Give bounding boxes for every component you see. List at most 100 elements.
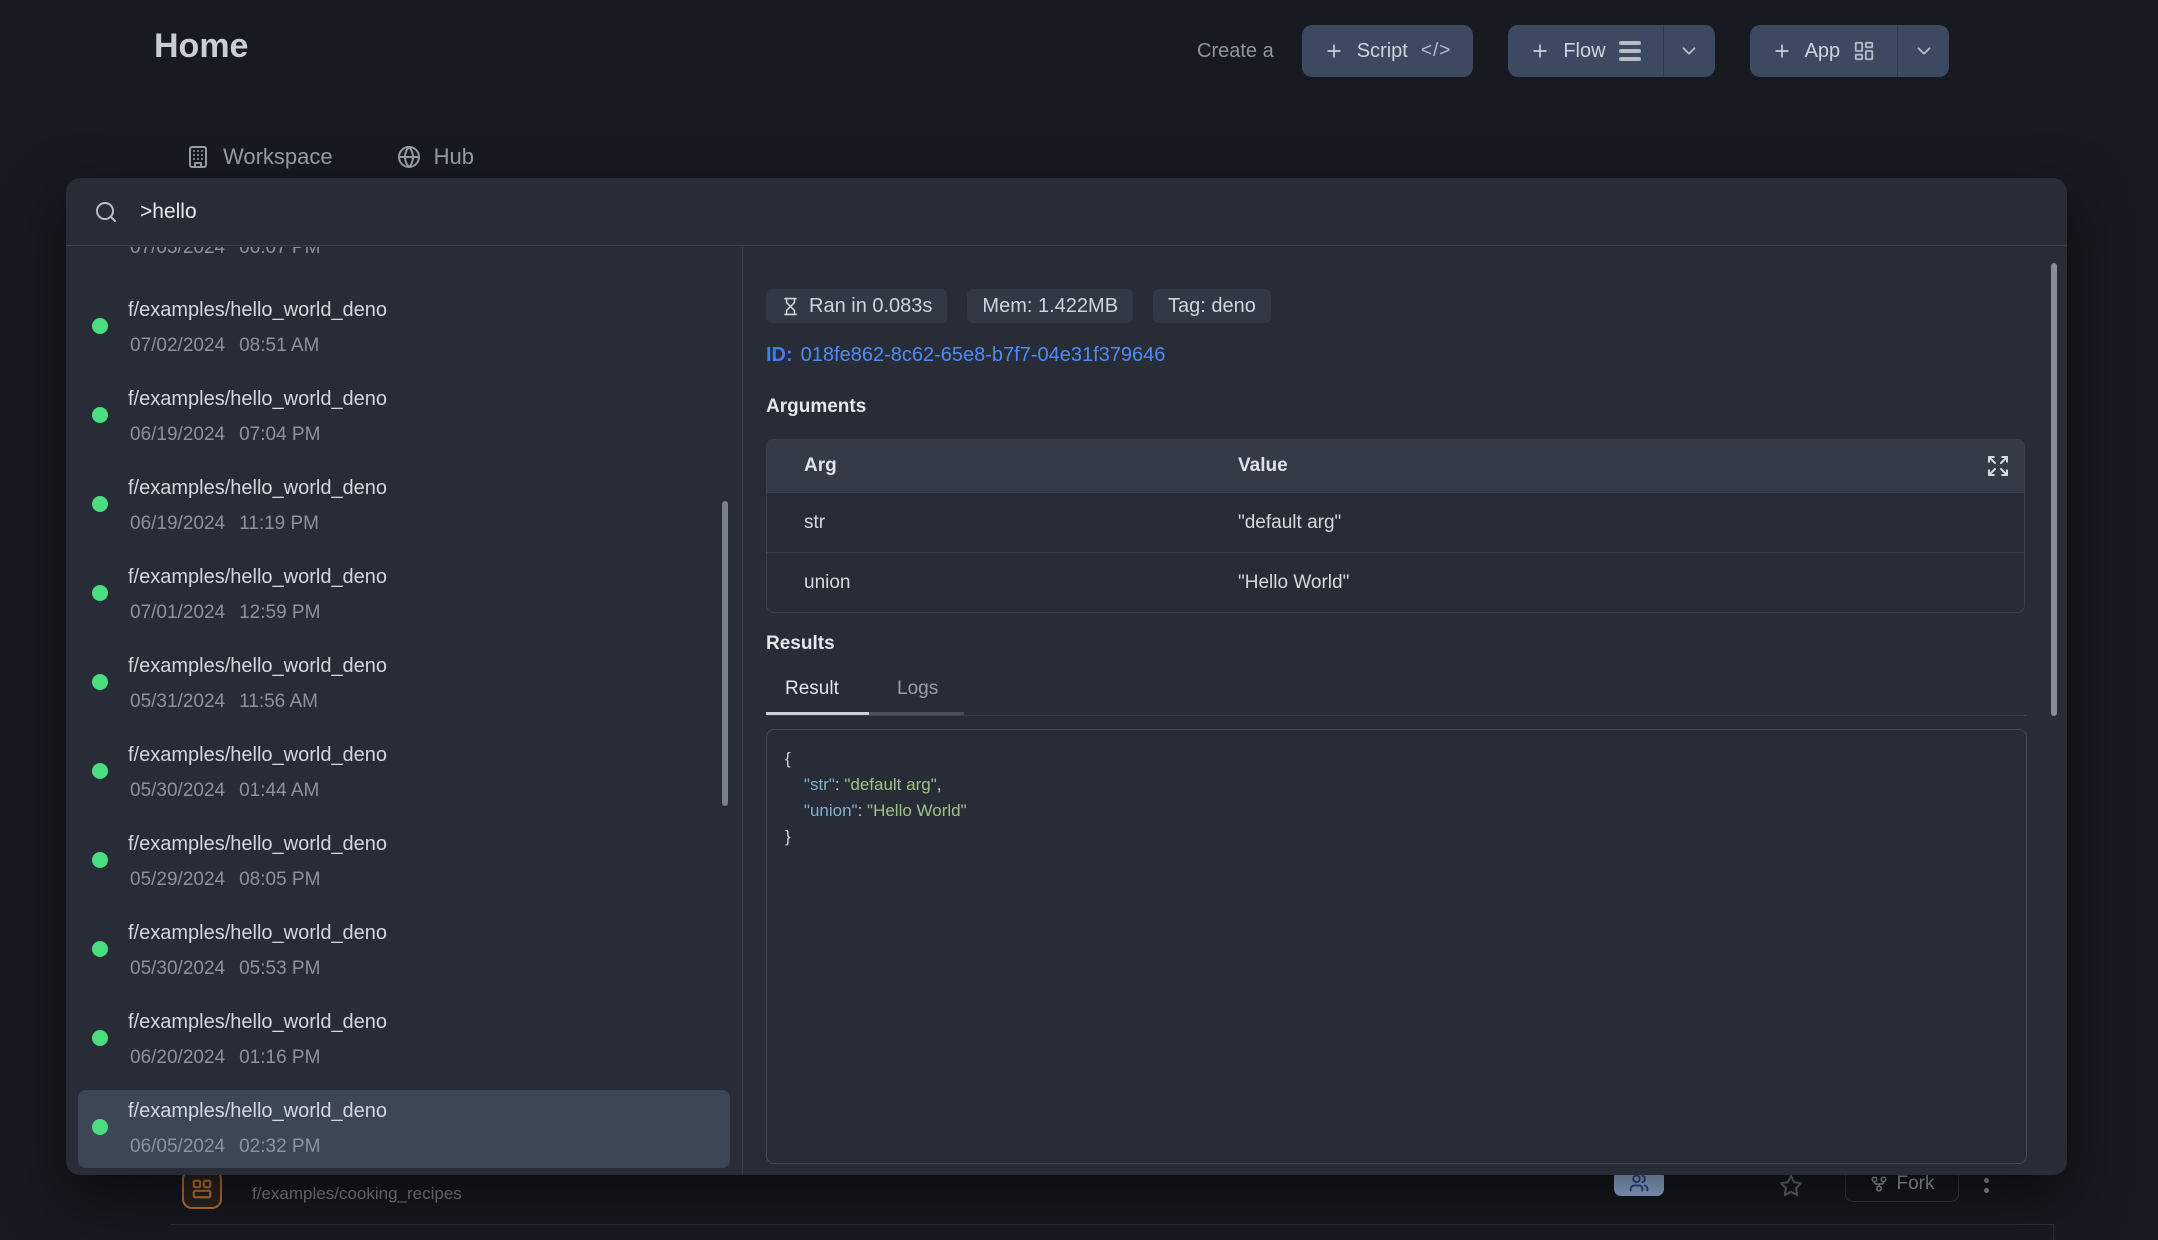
- success-status-dot: [92, 763, 108, 779]
- arguments-heading: Arguments: [766, 396, 866, 418]
- arguments-table-body: str"default arg"union"Hello World": [767, 492, 2024, 612]
- run-list-item[interactable]: f/examples/hello_world_deno07/03/202406:…: [78, 247, 730, 269]
- run-id-row[interactable]: ID: 018fe862-8c62-65e8-b7f7-04e31f379646: [766, 344, 1165, 367]
- create-buttons-row: Create a Script </> Flow App: [1197, 25, 1949, 77]
- value-cell: "Hello World": [1238, 572, 2024, 594]
- success-status-dot: [92, 674, 108, 690]
- tab-result[interactable]: Result: [785, 678, 839, 700]
- run-list-item[interactable]: f/examples/hello_world_deno 06/20/202401:…: [78, 1001, 730, 1079]
- run-item-path: f/examples/hello_world_deno: [128, 833, 387, 856]
- app-dropdown-chevron[interactable]: [1897, 25, 1949, 77]
- create-flow-label: Flow: [1563, 40, 1605, 63]
- success-status-dot: [92, 318, 108, 334]
- run-list-scrollbar[interactable]: [722, 501, 728, 806]
- plus-icon: [1530, 41, 1550, 61]
- run-item-path: f/examples/hello_world_deno: [128, 744, 387, 767]
- run-list-item[interactable]: f/examples/hello_world_deno 05/30/202401:…: [78, 734, 730, 812]
- git-fork-icon: [1870, 1175, 1888, 1193]
- building-icon: [186, 145, 210, 169]
- run-list-item[interactable]: f/examples/hello_world_deno 05/30/202405:…: [78, 912, 730, 990]
- run-list-item[interactable]: f/examples/hello_world_deno07/02/202408:…: [78, 289, 730, 367]
- duration-badge: Ran in 0.083s: [766, 289, 947, 323]
- run-detail-panel: Ran in 0.083s Mem: 1.422MB Tag: deno ID:…: [744, 247, 2067, 1175]
- run-list-item[interactable]: f/examples/hello_world_deno 07/01/202412:…: [78, 556, 730, 634]
- run-item-path: f/examples/hello_world_deno: [128, 566, 387, 589]
- chevron-down-icon: [1678, 40, 1700, 62]
- arg-cell: union: [767, 572, 1238, 594]
- chevron-down-icon: [1913, 40, 1935, 62]
- tab-workspace[interactable]: Workspace: [186, 144, 333, 170]
- run-item-path: f/examples/hello_world_deno: [128, 1011, 387, 1034]
- run-list: f/examples/hello_world_deno07/03/202406:…: [66, 247, 743, 1175]
- success-status-dot: [92, 407, 108, 423]
- success-status-dot: [92, 852, 108, 868]
- value-column-header: Value: [1238, 455, 2024, 477]
- run-item-datetime: 06/19/202411:19 PM: [130, 513, 319, 535]
- run-item-datetime: 07/01/202412:59 PM: [130, 602, 320, 624]
- run-list-item[interactable]: f/examples/hello_world_deno 06/19/202407:…: [78, 378, 730, 456]
- success-status-dot: [92, 585, 108, 601]
- create-a-label: Create a: [1197, 40, 1274, 63]
- create-app-group: App: [1750, 25, 1950, 77]
- fork-button-label: Fork: [1897, 1173, 1935, 1195]
- run-item-path: f/examples/hello_world_deno: [128, 388, 387, 411]
- page-title: Home: [154, 27, 248, 66]
- run-id-label: ID:: [766, 344, 793, 366]
- value-cell: "default arg": [1238, 512, 2024, 534]
- results-heading: Results: [766, 633, 835, 655]
- search-bar: [66, 178, 2067, 246]
- layout-grid-icon: [191, 1178, 213, 1200]
- workspace-hub-tabs: Workspace Hub: [186, 144, 474, 170]
- arguments-table-row: union"Hello World": [767, 552, 2024, 612]
- run-item-path: f/examples/hello_world_deno: [128, 922, 387, 945]
- run-item-datetime: 06/19/202407:04 PM: [130, 424, 320, 446]
- dashboard-grid-icon: [1853, 40, 1875, 62]
- run-item-datetime: 05/30/202401:44 AM: [130, 780, 319, 802]
- run-item-datetime: 05/29/202408:05 PM: [130, 869, 320, 891]
- run-list-item[interactable]: f/examples/hello_world_deno06/19/202411:…: [78, 467, 730, 545]
- create-flow-group: Flow: [1508, 25, 1714, 77]
- arg-cell: str: [767, 512, 1238, 534]
- hourglass-icon: [781, 297, 800, 316]
- search-modal: f/examples/hello_world_deno07/03/202406:…: [66, 178, 2067, 1175]
- tag-badge-label: Tag: deno: [1168, 295, 1256, 318]
- arguments-table-header: Arg Value: [767, 440, 2024, 492]
- expand-table-button[interactable]: [1986, 454, 2010, 478]
- create-app-label: App: [1805, 40, 1841, 63]
- run-item-datetime: 05/31/202411:56 AM: [130, 691, 318, 713]
- arguments-table-row: str"default arg": [767, 492, 2024, 552]
- create-app-button[interactable]: App: [1750, 25, 1898, 77]
- modal-scrollbar[interactable]: [2051, 263, 2057, 716]
- success-status-dot: [92, 1119, 108, 1135]
- success-status-dot: [92, 496, 108, 512]
- tab-hub-label: Hub: [434, 144, 474, 170]
- favorite-star-icon[interactable]: [1779, 1174, 1803, 1198]
- search-input[interactable]: [140, 178, 2067, 245]
- result-json-viewer: { "str": "default arg", "union": "Hello …: [766, 729, 2027, 1164]
- duration-badge-label: Ran in 0.083s: [809, 295, 932, 318]
- run-item-path: f/examples/hello_world_deno: [128, 299, 387, 322]
- create-flow-button[interactable]: Flow: [1508, 25, 1662, 77]
- arg-column-header: Arg: [767, 455, 1238, 477]
- run-list-item[interactable]: f/examples/hello_world_deno 05/29/202408:…: [78, 823, 730, 901]
- run-list-item[interactable]: f/examples/hello_world_deno06/05/202402:…: [78, 1090, 730, 1168]
- run-item-datetime: 06/20/202401:16 PM: [130, 1047, 320, 1069]
- tab-hub[interactable]: Hub: [397, 144, 474, 170]
- table-edge-line: [2053, 1224, 2054, 1240]
- flow-dropdown-chevron[interactable]: [1663, 25, 1715, 77]
- tag-badge: Tag: deno: [1153, 289, 1271, 323]
- app-root: Home Workspace Hub Create a Script </> F…: [0, 0, 2158, 1240]
- tab-workspace-label: Workspace: [223, 144, 333, 170]
- memory-badge: Mem: 1.422MB: [967, 289, 1133, 323]
- app-icon-cooking-recipes[interactable]: [182, 1169, 222, 1209]
- plus-icon: [1324, 41, 1344, 61]
- run-item-datetime: 05/30/202405:53 PM: [130, 958, 320, 980]
- run-id-value: 018fe862-8c62-65e8-b7f7-04e31f379646: [801, 344, 1166, 366]
- create-script-button[interactable]: Script </>: [1302, 25, 1474, 77]
- run-list-item[interactable]: f/examples/hello_world_deno05/31/202411:…: [78, 645, 730, 723]
- tab-logs[interactable]: Logs: [897, 678, 938, 700]
- run-badges: Ran in 0.083s Mem: 1.422MB Tag: deno: [766, 289, 1271, 323]
- users-icon: [1629, 1173, 1649, 1193]
- search-icon: [94, 200, 140, 224]
- tabs-border: [766, 715, 2027, 716]
